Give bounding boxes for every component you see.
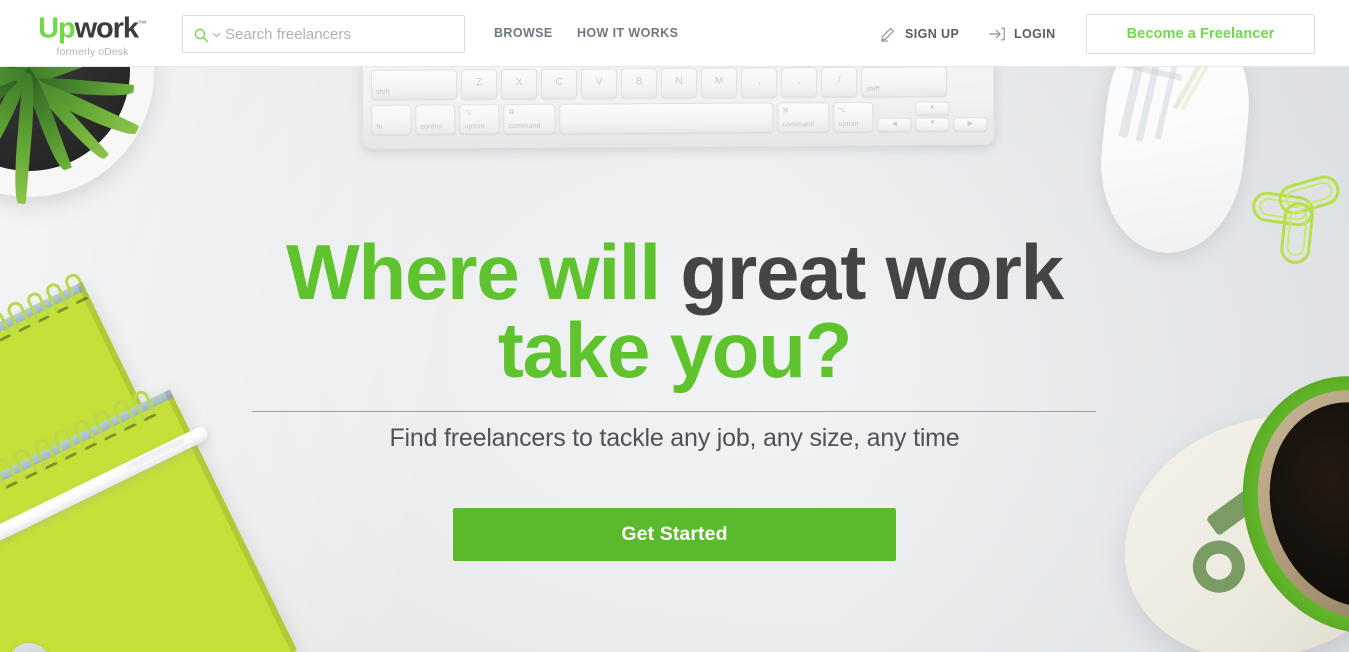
keyboard-photo: shift Z X C V B N M,. / shift fn control ⌥ option ⌘ co… (361, 67, 995, 149)
keyboard-key: C (541, 68, 578, 99)
become-a-freelancer-button[interactable]: Become a Freelancer (1086, 14, 1315, 54)
keyboard-row-1: shift Z X C V B N M,. / shift (371, 67, 948, 100)
logo-tagline: formerly oDesk (56, 45, 129, 58)
keyboard-key: ▼ (915, 117, 950, 132)
logo-wordmark: Upwork™ (30, 9, 155, 44)
page-title: Where will great work take you? (0, 233, 1349, 389)
pencil-icon (880, 27, 894, 42)
divider (252, 411, 1096, 412)
keyboard-key: shift (371, 69, 458, 100)
headline-part-3: take you? (497, 306, 853, 394)
coffee-mug-photo (1085, 344, 1349, 652)
keyboard-key: ▲ (915, 101, 950, 116)
sign-up-label: SIGN UP (905, 26, 960, 41)
keyboard-key: , (740, 67, 778, 98)
login-label: LOGIN (1014, 27, 1056, 41)
keyboard-key: Z (461, 69, 498, 100)
get-started-button[interactable]: Get Started (453, 508, 896, 561)
search-box[interactable] (182, 15, 465, 53)
upwork-logo[interactable]: Upwork™ formerly oDesk (30, 9, 155, 58)
keyboard-key: ◀ (877, 117, 912, 132)
trademark-icon: ™ (137, 19, 147, 29)
hero-section: shift Z X C V B N M,. / shift fn control ⌥ option ⌘ co… (0, 67, 1349, 652)
keyboard-key: . (780, 67, 818, 98)
computer-mouse-photo (1091, 67, 1259, 260)
login-link[interactable]: LOGIN (988, 25, 1056, 43)
search-input[interactable] (225, 16, 463, 52)
keyboard-key: V (581, 68, 618, 99)
keyboard-key (559, 102, 774, 134)
headline-part-2: great work (680, 228, 1064, 316)
chevron-down-icon (212, 32, 221, 38)
nav-item-browse[interactable]: BROWSE (494, 26, 553, 40)
keyboard-key: X (501, 68, 538, 100)
keyboard-key: ⌥ option (459, 104, 500, 135)
headline-part-1: Where will (286, 228, 661, 316)
keyboard-key: ⌘ command (503, 103, 556, 135)
keyboard-key: control (415, 104, 456, 135)
keyboard-key: shift (860, 67, 948, 97)
keyboard-row-2: fn control ⌥ option ⌘ command ⌘ command ⌥ option ◀… (371, 101, 988, 135)
hero-subtitle: Find freelancers to tackle any job, any … (389, 424, 960, 452)
logo-up-text: Up (38, 12, 76, 45)
keyboard-key: ▶ (953, 117, 988, 132)
sign-up-link[interactable]: SIGN UP (880, 25, 959, 42)
login-arrow-icon (989, 27, 1005, 41)
nav-item-how-it-works[interactable]: HOW IT WORKS (577, 26, 678, 40)
search-icon (194, 28, 209, 42)
keyboard-key: fn (371, 104, 412, 135)
keyboard-key: B (621, 68, 658, 99)
site-header: Upwork™ formerly oDesk BROWSE HOW IT WOR… (0, 0, 1349, 67)
mug-graphic-ring (1186, 533, 1252, 600)
potted-plant-photo (0, 67, 194, 237)
keyboard-key: N (661, 67, 698, 99)
keyboard-arrow-keys: ▲ ▼ (915, 101, 950, 132)
keyboard-key: ⌥ option (833, 101, 874, 133)
logo-work-text: work (74, 12, 139, 45)
keyboard-key: / (820, 67, 858, 98)
upwork-landing-page: Upwork™ formerly oDesk BROWSE HOW IT WOR… (0, 0, 1349, 652)
keyboard-key: M (700, 67, 738, 98)
search-scope-selector[interactable] (194, 25, 228, 45)
keyboard-key: ⌘ command (777, 102, 830, 133)
